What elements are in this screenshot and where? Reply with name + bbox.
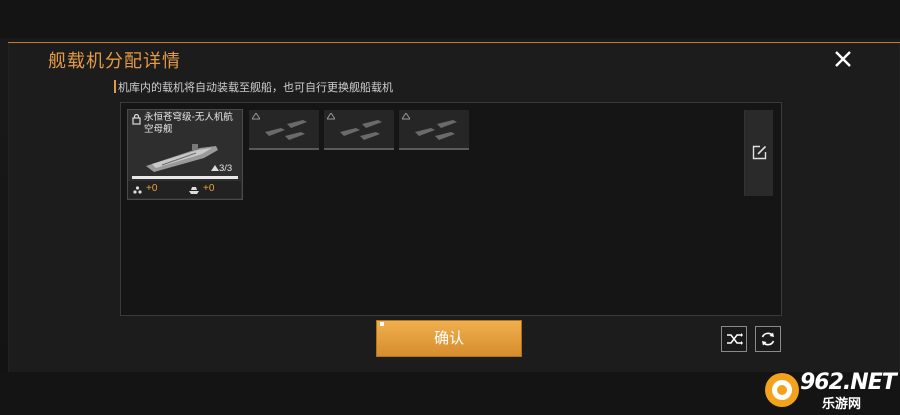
aircraft-slot-1[interactable] (249, 110, 319, 150)
shuffle-button[interactable] (721, 326, 747, 352)
carrier-ship-image (146, 144, 218, 172)
confirm-button[interactable]: 确认 (377, 321, 521, 356)
aircraft-slot-2[interactable] (324, 110, 394, 150)
ship-name: 永恒苍穹级-无人机航空母舰 (144, 112, 233, 135)
hint-text: 机库内的载机将自动装载至舰船，也可自行更换舰船载机 (118, 81, 393, 94)
aircraft-slot-3[interactable] (399, 110, 469, 150)
aircraft-group-icon (402, 113, 410, 120)
fleet-icon (133, 186, 142, 194)
ship-icon (189, 187, 199, 194)
ship-stat-row (128, 181, 241, 198)
hint-marker (114, 80, 116, 93)
aircraft-image (340, 120, 382, 140)
aircraft-capacity-icon (211, 165, 219, 171)
capacity-bar (132, 176, 238, 179)
edit-aircraft-button[interactable] (744, 110, 773, 196)
edit-icon (752, 145, 767, 160)
shuffle-icon (727, 333, 743, 345)
close-icon (835, 51, 851, 67)
stat-b-value: +0 (203, 183, 215, 194)
aircraft-image (415, 120, 457, 140)
refresh-button[interactable] (755, 326, 781, 352)
watermark-subtext: 乐游网 (822, 397, 862, 412)
panel-title: 舰载机分配详情 (48, 51, 181, 72)
button-corner-mark (380, 322, 384, 326)
capacity-label: 3/3 (219, 163, 233, 174)
aircraft-group-icon (327, 113, 335, 120)
top-bar (0, 0, 900, 38)
stat-a-value: +0 (146, 183, 158, 194)
aircraft-group-icon (252, 113, 260, 120)
refresh-icon (761, 332, 775, 346)
lock-icon (132, 114, 141, 125)
watermark-text: 962.NET (800, 370, 897, 395)
close-button[interactable] (830, 46, 856, 72)
aircraft-image (265, 120, 307, 140)
